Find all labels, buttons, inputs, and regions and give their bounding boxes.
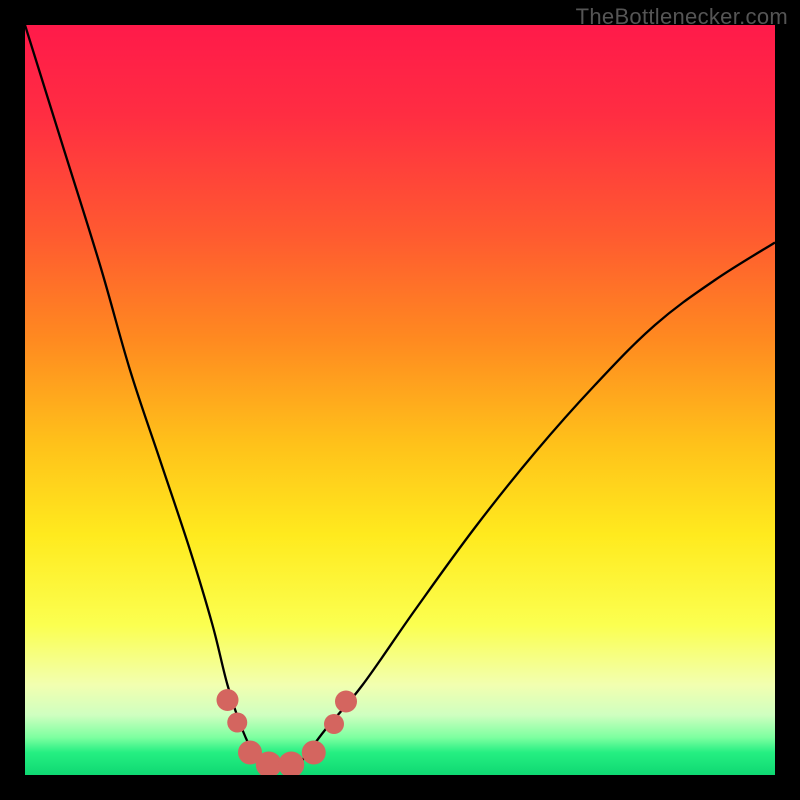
- data-marker: [217, 689, 239, 711]
- bottleneck-chart: [25, 25, 775, 775]
- chart-frame: [25, 25, 775, 775]
- gradient-bg: [25, 25, 775, 775]
- watermark-text: TheBottlenecker.com: [576, 4, 788, 30]
- data-marker: [324, 714, 344, 734]
- data-marker: [335, 691, 357, 713]
- data-marker: [302, 741, 326, 765]
- data-marker: [227, 713, 247, 733]
